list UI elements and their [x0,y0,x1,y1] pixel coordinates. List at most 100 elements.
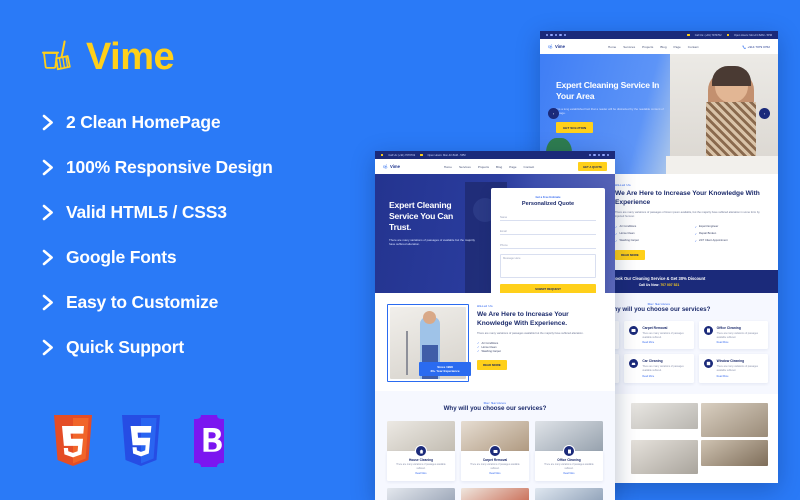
bucket-broom-icon [383,164,388,169]
feature-label: Quick Support [66,336,184,357]
phone-icon [381,153,384,157]
service-card[interactable]: Carpet Removal There are many variations… [461,421,529,482]
mockup-back-topbar: Call Us: (+91) 7070702 Open Hours: Mon-F… [540,31,778,39]
css3-badge-icon [122,415,160,466]
service-link[interactable]: Read More [642,375,688,378]
nav-phone[interactable]: +914 7079 0762 [742,45,770,49]
about-tick: ✓ Expert Engineer [695,225,769,229]
gallery-photo[interactable] [701,439,768,466]
gallery-photo[interactable] [701,402,768,437]
carousel-prev-button[interactable]: ‹ [548,108,559,119]
service-photo[interactable] [387,488,455,500]
social-icon[interactable] [563,33,566,37]
brand-name: Vime [86,36,175,78]
service-name: Carpet Removal [482,458,508,463]
tick-label: 24/7 Client Appointment [699,239,728,242]
service-photo[interactable] [535,488,603,500]
social-icon[interactable] [593,153,596,157]
service-card[interactable]: Office Cleaning There are many variation… [535,421,603,482]
social-icon[interactable] [602,153,605,157]
service-card[interactable]: Window Cleaning There are many variations… [698,354,768,383]
service-card[interactable]: Office Cleaning There are many variations… [698,321,768,350]
service-card[interactable]: Carpet Removal There are many variations … [624,321,694,350]
nav-link-projects[interactable]: Projects [642,45,653,49]
mockup-back-navbar: Vime Home Services Projects Blog Page Co… [540,39,778,54]
chevron-right-icon [42,114,53,130]
about-tick-list: ✓ Air Conditions ✓ Home Clean ✓ Washing Car… [477,341,603,353]
nav-logo[interactable]: Vime [548,44,565,49]
nav-link-home[interactable]: Home [444,165,452,169]
nav-link-page[interactable]: Page [674,45,681,49]
about-tick-list: ✓ Air Conditions ✓ Expert Engineer ✓ Home C… [615,225,768,243]
quote-name-input[interactable]: Name [500,212,596,221]
service-name: Car Cleaning [642,359,663,364]
service-photo[interactable] [461,488,529,500]
service-link[interactable]: Read More [392,473,450,475]
check-icon: ✓ [694,238,698,243]
tick-label: Expert Engineer [699,225,719,228]
nav-link-contact[interactable]: Contact [523,165,534,169]
social-icon[interactable] [546,33,549,37]
nav-link-projects[interactable]: Projects [478,165,489,169]
nav-link-contact[interactable]: Contact [688,45,699,49]
service-name: House Cleaning [408,458,434,463]
nav-link-page[interactable]: Page [509,165,516,169]
tick-label: Repair Broken [699,232,717,235]
social-icon[interactable] [550,33,553,37]
get-a-quote-button[interactable]: GET A QUOTE [577,161,607,172]
check-icon: ✓ [694,231,698,236]
gallery-photo[interactable] [631,439,698,474]
social-icons [546,33,566,37]
service-link[interactable]: Read More [717,341,763,344]
quote-message-textarea[interactable]: Message Here [500,254,596,278]
social-icon[interactable] [554,33,558,37]
left-info-panel: Vime 2 Clean HomePage 100% Responsive De… [0,0,360,500]
social-icon[interactable] [597,153,601,157]
hero-cta-button[interactable]: GET SOLUTION [556,122,594,134]
tick-label: Air Conditions [619,225,637,228]
website-mockup-front[interactable]: Call Us: (+91) 7070702 Open Hours: Mon-F… [375,151,615,500]
topbar-hours: Open Hours: Mon-Fri 8AM - 5PM [427,153,466,157]
service-card[interactable]: House Cleaning There are many variations… [387,421,455,482]
nav-link-blog[interactable]: Blog [496,165,502,169]
carousel-next-button[interactable]: › [759,108,770,119]
feature-item: Easy to Customize [42,284,342,320]
nav-link-blog[interactable]: Blog [660,45,666,49]
gallery-photo[interactable] [631,402,698,429]
mockup-front-navbar: Vime Home Services Projects Blog Page Co… [375,159,615,174]
quote-submit-button[interactable]: SUBMIT REQUEST [500,284,596,293]
nav-link-home[interactable]: Home [608,45,616,49]
quote-phone-input[interactable]: Phone [500,240,596,249]
service-link[interactable]: Read More [466,473,524,475]
check-icon: ✓ [615,231,618,236]
brand-logo: Vime [42,36,175,78]
about-read-more-button[interactable]: READ MORE [477,360,507,371]
topbar-phone: Call Us: (+91) 7070702 [694,33,722,37]
service-link[interactable]: Read More [717,375,763,378]
cta-phone-number[interactable]: 707 007 521 [660,283,679,287]
nav-link-services[interactable]: Services [623,45,635,49]
service-card[interactable]: Car Cleaning There are many variations of… [624,354,694,383]
social-icon[interactable] [606,153,609,157]
check-icon: ✓ [694,224,698,229]
service-desc: There are many variations of passages av… [716,365,758,372]
html5-badge-icon [54,415,92,466]
service-link[interactable]: Read More [540,473,598,475]
service-link[interactable]: Read More [642,341,688,344]
service-desc: There are many variations of passages av… [642,332,684,339]
chevron-right-icon [42,249,53,265]
social-icon[interactable] [559,33,562,37]
check-icon: ✓ [477,349,480,354]
social-icon[interactable] [589,153,592,157]
experience-badge: Since 1998 20+ Year Experience [419,362,471,376]
nav-link-services[interactable]: Services [459,165,471,169]
quote-tag: Get a Free Estimate [535,196,561,199]
feature-item: 100% Responsive Design [42,149,342,185]
about-tick: ✓ Home Clean [615,232,689,236]
personalized-quote-form[interactable]: Get a Free Estimate Personalized Quote N… [491,188,605,293]
quote-email-input[interactable]: Email [500,226,596,235]
nav-logo[interactable]: Vime [383,164,400,169]
chevron-right-icon [42,294,53,310]
service-desc: There are many variations of passages av… [716,332,758,339]
about-read-more-button[interactable]: READ MORE [615,249,645,260]
